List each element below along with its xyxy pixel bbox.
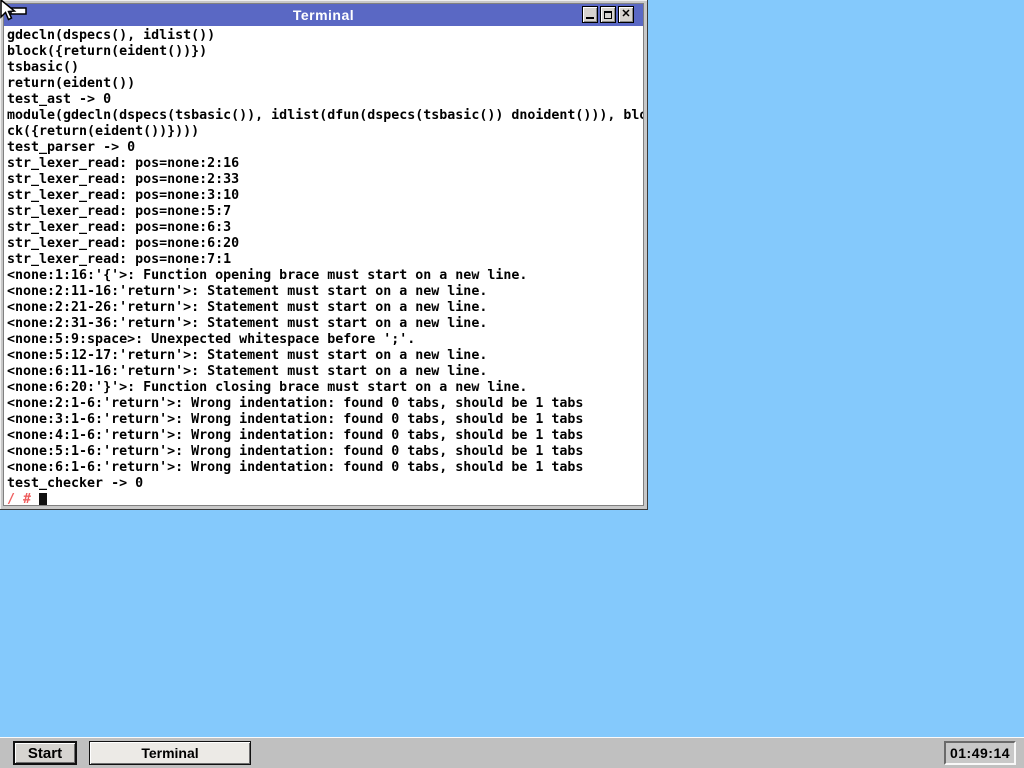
taskbar: Start Terminal 01:49:14: [0, 737, 1024, 768]
taskbar-clock: 01:49:14: [944, 741, 1016, 765]
terminal-line: return(eident()): [7, 76, 643, 92]
terminal-line: <none:6:20:'}'>: Function closing brace …: [7, 380, 643, 396]
terminal-line: <none:2:31-36:'return'>: Statement must …: [7, 316, 643, 332]
terminal-line: <none:4:1-6:'return'>: Wrong indentation…: [7, 428, 643, 444]
taskbar-item-terminal[interactable]: Terminal: [89, 741, 251, 765]
terminal-output[interactable]: gdecln(dspecs(), idlist())block({return(…: [4, 26, 643, 505]
terminal-line: ck({return(eident())}))): [7, 124, 643, 140]
terminal-line: module(gdecln(dspecs(tsbasic()), idlist(…: [7, 108, 643, 124]
maximize-icon: [604, 11, 612, 19]
start-button[interactable]: Start: [13, 741, 77, 765]
terminal-line: <none:6:11-16:'return'>: Statement must …: [7, 364, 643, 380]
terminal-line: str_lexer_read: pos=none:2:33: [7, 172, 643, 188]
terminal-line: <none:2:1-6:'return'>: Wrong indentation…: [7, 396, 643, 412]
shell-prompt: / #: [7, 492, 31, 505]
maximize-button[interactable]: [600, 6, 616, 23]
terminal-line: <none:1:16:'{'>: Function opening brace …: [7, 268, 643, 284]
text-cursor: [39, 493, 47, 506]
terminal-line: <none:5:12-17:'return'>: Statement must …: [7, 348, 643, 364]
mouse-cursor-icon: [0, 0, 32, 26]
terminal-line: gdecln(dspecs(), idlist()): [7, 28, 643, 44]
terminal-line: str_lexer_read: pos=none:3:10: [7, 188, 643, 204]
terminal-line: <none:3:1-6:'return'>: Wrong indentation…: [7, 412, 643, 428]
terminal-line: <none:2:11-16:'return'>: Statement must …: [7, 284, 643, 300]
terminal-line: test_parser -> 0: [7, 140, 643, 156]
terminal-line: str_lexer_read: pos=none:6:3: [7, 220, 643, 236]
window-frame: Terminal ✕ gdecln(dspecs(), idlist())blo…: [3, 3, 644, 506]
terminal-line: <none:5:9:space>: Unexpected whitespace …: [7, 332, 643, 348]
minimize-button[interactable]: [582, 6, 598, 23]
terminal-line: str_lexer_read: pos=none:5:7: [7, 204, 643, 220]
terminal-line: test_checker -> 0: [7, 476, 643, 492]
terminal-line: <none:5:1-6:'return'>: Wrong indentation…: [7, 444, 643, 460]
terminal-line: <none:2:21-26:'return'>: Statement must …: [7, 300, 643, 316]
terminal-window: Terminal ✕ gdecln(dspecs(), idlist())blo…: [0, 0, 648, 510]
terminal-lines: gdecln(dspecs(), idlist())block({return(…: [7, 28, 643, 492]
terminal-line: block({return(eident())}): [7, 44, 643, 60]
titlebar[interactable]: Terminal ✕: [4, 4, 643, 26]
window-title: Terminal: [4, 7, 643, 23]
terminal-line: test_ast -> 0: [7, 92, 643, 108]
close-button[interactable]: ✕: [618, 6, 634, 23]
terminal-line: str_lexer_read: pos=none:6:20: [7, 236, 643, 252]
minimize-icon: [586, 17, 594, 19]
terminal-line: str_lexer_read: pos=none:2:16: [7, 156, 643, 172]
close-icon: ✕: [621, 9, 630, 20]
terminal-line: str_lexer_read: pos=none:7:1: [7, 252, 643, 268]
window-controls: ✕: [580, 6, 634, 23]
terminal-line: <none:6:1-6:'return'>: Wrong indentation…: [7, 460, 643, 476]
terminal-line: tsbasic(): [7, 60, 643, 76]
prompt-line: / #: [7, 492, 643, 505]
